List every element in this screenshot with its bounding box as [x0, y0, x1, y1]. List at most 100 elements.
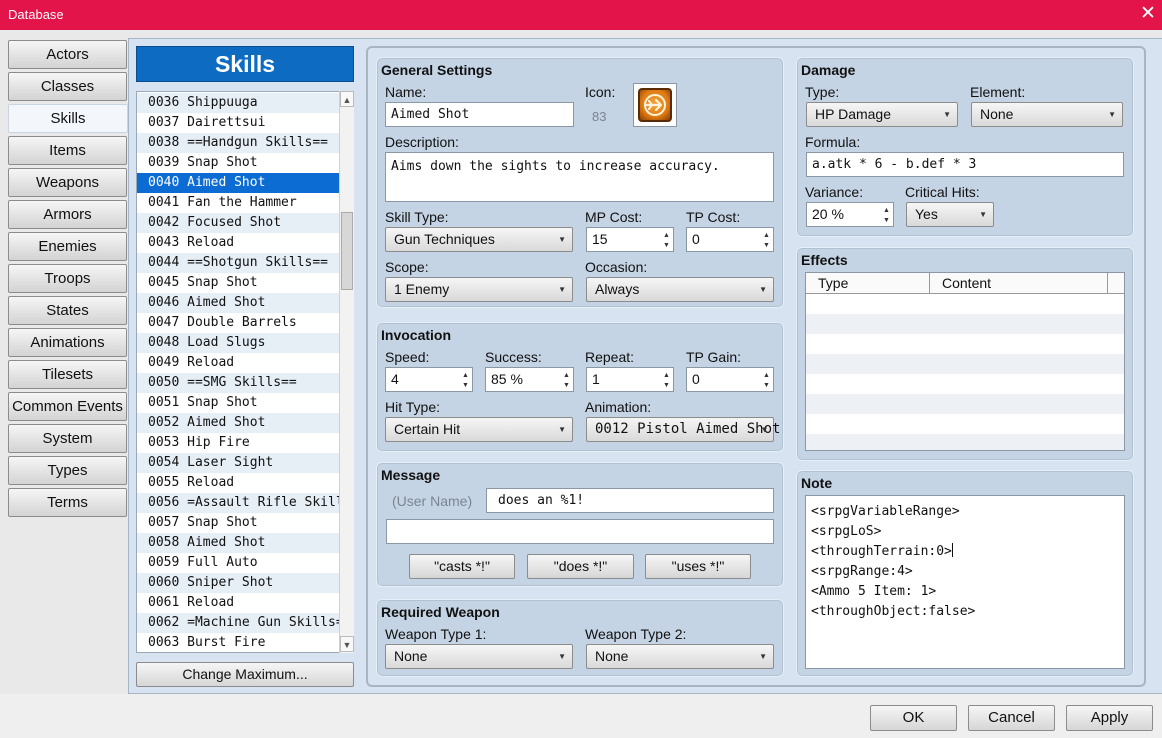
skills-list[interactable]: 0036 Shippuuga 0037 Dairettsui 0038 ==Hand… [136, 91, 354, 653]
effects-row[interactable] [806, 374, 1124, 394]
spin-down-icon[interactable]: ▼ [562, 381, 571, 390]
list-item[interactable]: 0053 Hip Fire [137, 433, 339, 453]
weapon-type1-select[interactable]: None ▼ [385, 644, 573, 669]
icon-picker[interactable] [633, 83, 677, 127]
list-item[interactable]: 0050 ==SMG Skills== [137, 373, 339, 393]
list-item[interactable]: 0045 Snap Shot [137, 273, 339, 293]
spin-down-icon[interactable]: ▼ [882, 216, 891, 225]
spin-up-icon[interactable]: ▲ [882, 206, 891, 215]
list-item[interactable]: 0036 Shippuuga [137, 93, 339, 113]
mp-cost-input[interactable]: 15 ▲ ▼ [586, 227, 674, 252]
repeat-input[interactable]: 1 ▲ ▼ [586, 367, 674, 392]
list-item-selected[interactable]: 0040 Aimed Shot [137, 173, 339, 193]
scope-select[interactable]: 1 Enemy ▼ [385, 277, 573, 302]
list-item[interactable]: 0057 Snap Shot [137, 513, 339, 533]
effects-row[interactable] [806, 414, 1124, 434]
spin-up-icon[interactable]: ▲ [562, 371, 571, 380]
element-select[interactable]: None ▼ [971, 102, 1123, 127]
effects-col-type[interactable]: Type [806, 273, 930, 294]
nav-item-enemies[interactable]: Enemies [8, 232, 127, 261]
nav-item-items[interactable]: Items [8, 136, 127, 165]
animation-select[interactable]: 0012 Pistol Aimed Shot ▼ [586, 417, 780, 442]
name-input[interactable]: Aimed Shot [385, 102, 574, 127]
effects-row[interactable] [806, 314, 1124, 334]
speed-input[interactable]: 4 ▲ ▼ [385, 367, 473, 392]
list-item[interactable]: 0058 Aimed Shot [137, 533, 339, 553]
damage-type-select[interactable]: HP Damage ▼ [806, 102, 958, 127]
spin-up-icon[interactable]: ▲ [662, 231, 671, 240]
message-line1-input[interactable]: does an %1! [486, 488, 774, 513]
hit-type-select[interactable]: Certain Hit ▼ [385, 417, 573, 442]
list-item[interactable]: 0055 Reload [137, 473, 339, 493]
list-item[interactable]: 0046 Aimed Shot [137, 293, 339, 313]
spin-down-icon[interactable]: ▼ [461, 381, 470, 390]
description-textarea[interactable]: Aims down the sights to increase accurac… [385, 152, 774, 202]
nav-item-terms[interactable]: Terms [8, 488, 127, 517]
cancel-button[interactable]: Cancel [968, 705, 1055, 731]
nav-item-common-events[interactable]: Common Events [8, 392, 127, 421]
list-item[interactable]: 0052 Aimed Shot [137, 413, 339, 433]
tp-gain-input[interactable]: 0 ▲ ▼ [686, 367, 774, 392]
effects-row[interactable] [806, 434, 1124, 450]
note-textarea[interactable]: <srpgVariableRange> <srpgLoS> <throughTe… [805, 495, 1125, 669]
spin-up-icon[interactable]: ▲ [461, 371, 470, 380]
nav-item-troops[interactable]: Troops [8, 264, 127, 293]
list-item[interactable]: 0042 Focused Shot [137, 213, 339, 233]
uses-button[interactable]: "uses *!" [645, 554, 751, 579]
list-item[interactable]: 0059 Full Auto [137, 553, 339, 573]
nav-item-system[interactable]: System [8, 424, 127, 453]
list-item[interactable]: 0041 Fan the Hammer [137, 193, 339, 213]
spin-down-icon[interactable]: ▼ [662, 241, 671, 250]
list-item[interactable]: 0039 Snap Shot [137, 153, 339, 173]
list-item[interactable]: 0056 =Assault Rifle Skills= [137, 493, 339, 513]
critical-hits-select[interactable]: Yes ▼ [906, 202, 994, 227]
spin-up-icon[interactable]: ▲ [762, 231, 771, 240]
effects-col-content[interactable]: Content [930, 273, 1108, 294]
spin-up-icon[interactable]: ▲ [662, 371, 671, 380]
nav-item-types[interactable]: Types [8, 456, 127, 485]
list-item[interactable]: 0048 Load Slugs [137, 333, 339, 353]
nav-item-weapons[interactable]: Weapons [8, 168, 127, 197]
spin-down-icon[interactable]: ▼ [662, 381, 671, 390]
list-item[interactable]: 0037 Dairettsui [137, 113, 339, 133]
skills-list-scrollbar[interactable]: ▲ ▼ [339, 91, 354, 653]
list-item[interactable]: 0044 ==Shotgun Skills== [137, 253, 339, 273]
close-icon[interactable]: ✕ [1138, 3, 1158, 25]
spin-up-icon[interactable]: ▲ [762, 371, 771, 380]
spin-down-icon[interactable]: ▼ [762, 241, 771, 250]
tp-cost-input[interactable]: 0 ▲ ▼ [686, 227, 774, 252]
list-item[interactable]: 0062 =Machine Gun Skills= [137, 613, 339, 633]
list-item[interactable]: 0061 Reload [137, 593, 339, 613]
formula-input[interactable]: a.atk * 6 - b.def * 3 [806, 152, 1124, 177]
casts-button[interactable]: "casts *!" [409, 554, 515, 579]
list-item[interactable]: 0054 Laser Sight [137, 453, 339, 473]
nav-item-actors[interactable]: Actors [8, 40, 127, 69]
effects-row[interactable] [806, 394, 1124, 414]
list-item[interactable]: 0043 Reload [137, 233, 339, 253]
nav-item-skills[interactable]: Skills [8, 104, 128, 133]
variance-input[interactable]: 20 % ▲ ▼ [806, 202, 894, 227]
list-item[interactable]: 0060 Sniper Shot [137, 573, 339, 593]
nav-item-tilesets[interactable]: Tilesets [8, 360, 127, 389]
spin-down-icon[interactable]: ▼ [762, 381, 771, 390]
apply-button[interactable]: Apply [1066, 705, 1153, 731]
effects-row[interactable] [806, 354, 1124, 374]
list-item[interactable]: 0038 ==Handgun Skills== [137, 133, 339, 153]
nav-item-states[interactable]: States [8, 296, 127, 325]
weapon-type2-select[interactable]: None ▼ [586, 644, 774, 669]
ok-button[interactable]: OK [870, 705, 957, 731]
scroll-up-icon[interactable]: ▲ [340, 91, 354, 107]
list-item[interactable]: 0049 Reload [137, 353, 339, 373]
scrollbar-thumb[interactable] [341, 212, 353, 290]
does-button[interactable]: "does *!" [527, 554, 634, 579]
skill-type-select[interactable]: Gun Techniques ▼ [385, 227, 573, 252]
scroll-down-icon[interactable]: ▼ [340, 636, 354, 652]
message-line2-input[interactable] [386, 519, 774, 544]
nav-item-animations[interactable]: Animations [8, 328, 127, 357]
list-item[interactable]: 0047 Double Barrels [137, 313, 339, 333]
effects-row[interactable] [806, 294, 1124, 314]
change-maximum-button[interactable]: Change Maximum... [136, 662, 354, 687]
nav-item-armors[interactable]: Armors [8, 200, 127, 229]
occasion-select[interactable]: Always ▼ [586, 277, 774, 302]
list-item[interactable]: 0051 Snap Shot [137, 393, 339, 413]
